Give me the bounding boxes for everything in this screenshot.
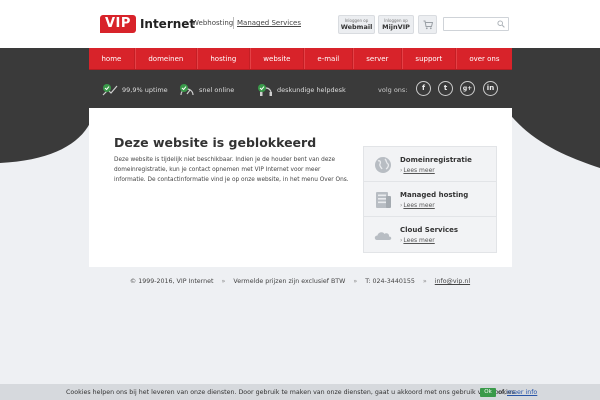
footer-separator: » <box>353 278 358 285</box>
blocked-message-line-2: domeinregistratie, kun je contact opneme… <box>114 167 321 173</box>
site-header: VIP Internet Webhosting Managed Services… <box>0 0 600 48</box>
globe-icon <box>373 156 393 174</box>
blocked-message: Deze website is tijdelijk niet beschikba… <box>114 155 354 185</box>
cart-button[interactable] <box>418 15 437 34</box>
search-icon[interactable] <box>497 20 505 28</box>
footer-copyright: © 1999-2016, VIP Internet <box>129 278 214 285</box>
webmail-login-button[interactable]: Inloggen op Webmail <box>338 15 375 34</box>
nav-over-ons[interactable]: over ons <box>455 48 512 69</box>
footer-prices-note: Vermelde prijzen zijn exclusief BTW <box>233 278 346 285</box>
nav-hosting[interactable]: hosting <box>196 48 250 69</box>
facebook-icon[interactable]: f <box>416 81 431 96</box>
logo-vip-mark: VIP <box>100 15 136 33</box>
sidebar-item-managed-hosting: Managed hosting ›Lees meer <box>364 182 496 217</box>
lees-meer-link-managed-hosting[interactable]: ›Lees meer <box>400 202 435 209</box>
nav-support[interactable]: support <box>401 48 456 69</box>
sidebar-item-cloud-services: Cloud Services ›Lees meer <box>364 217 496 252</box>
sidebar-item-domeinregistratie: Domeinregistratie ›Lees meer <box>364 147 496 182</box>
usp-helpdesk-text: deskundige helpdesk <box>277 86 346 94</box>
main-content-card: Deze website is geblokkeerd Deze website… <box>89 108 512 267</box>
services-sidebar: Domeinregistratie ›Lees meer Managed hos… <box>363 146 497 253</box>
mijnvip-login-button[interactable]: Inloggen op MijnVIP <box>378 15 414 34</box>
cookie-more-info-link[interactable]: meer info <box>507 389 537 396</box>
lees-meer-label: Lees meer <box>403 237 435 244</box>
usp-snel-online-text: snel online <box>199 86 235 94</box>
page-title: Deze website is geblokkeerd <box>114 135 317 150</box>
blocked-message-line-3: informatie. De contactinformatie vind je… <box>114 177 349 183</box>
nav-home[interactable]: home <box>89 48 135 69</box>
lees-meer-link-cloud-services[interactable]: ›Lees meer <box>400 237 435 244</box>
cloud-icon <box>373 226 393 244</box>
nav-domeinen[interactable]: domeinen <box>134 48 197 69</box>
usp-helpdesk: deskundige helpdesk <box>257 83 346 97</box>
twitter-icon[interactable]: t <box>438 81 453 96</box>
usp-uptime: 99,9% uptime <box>102 83 168 97</box>
lees-meer-label: Lees meer <box>403 167 435 174</box>
cookie-bar: Cookies helpen ons bij het leveren van o… <box>0 384 600 400</box>
vip-internet-logo[interactable]: VIP Internet <box>100 14 195 34</box>
search-box <box>443 17 509 31</box>
site-footer: © 1999-2016, VIP Internet » Vermelde pri… <box>0 278 600 285</box>
sidebar-item-title: Domeinregistratie <box>400 156 472 164</box>
main-navigation: home domeinen hosting website e-mail ser… <box>89 48 512 70</box>
cookie-message: Cookies helpen ons bij het leveren van o… <box>66 389 517 396</box>
webmail-login-label: Webmail <box>340 23 373 31</box>
logo-internet-text: Internet <box>139 17 196 31</box>
mijnvip-login-label: MijnVIP <box>382 23 410 31</box>
speed-check-icon <box>179 83 195 97</box>
header-divider <box>233 17 234 29</box>
nav-e-mail[interactable]: e-mail <box>303 48 353 69</box>
blocked-message-line-1: Deze website is tijdelijk niet beschikba… <box>114 157 336 163</box>
nav-website[interactable]: website <box>249 48 304 69</box>
sidebar-item-title: Cloud Services <box>400 226 459 234</box>
nav-server[interactable]: server <box>352 48 402 69</box>
uptime-check-icon <box>102 83 118 97</box>
linkedin-icon[interactable]: in <box>483 81 498 96</box>
footer-phone: T: 024-3440155 <box>365 278 415 285</box>
footer-separator: » <box>221 278 226 285</box>
cookie-or-text: of, <box>498 389 507 396</box>
sidebar-item-title: Managed hosting <box>400 191 469 199</box>
footer-separator: » <box>422 278 427 285</box>
usp-snel-online: snel online <box>179 83 234 97</box>
follow-us-label: volg ons: <box>378 86 408 94</box>
server-icon <box>373 191 393 209</box>
search-input[interactable] <box>446 19 496 29</box>
webhosting-link[interactable]: Webhosting <box>192 19 233 27</box>
footer-email-link[interactable]: info@vip.nl <box>435 278 470 285</box>
lees-meer-label: Lees meer <box>403 202 435 209</box>
lees-meer-link-domeinregistratie[interactable]: ›Lees meer <box>400 167 435 174</box>
google-plus-icon[interactable]: g+ <box>460 81 475 96</box>
managed-services-link[interactable]: Managed Services <box>237 19 301 27</box>
usp-bar: 99,9% uptime snel online deskundige help… <box>89 71 512 108</box>
cookie-ok-button[interactable]: Ok <box>480 388 496 397</box>
usp-uptime-text: 99,9% uptime <box>122 86 168 94</box>
headset-check-icon <box>257 83 273 97</box>
cart-icon <box>423 20 433 30</box>
